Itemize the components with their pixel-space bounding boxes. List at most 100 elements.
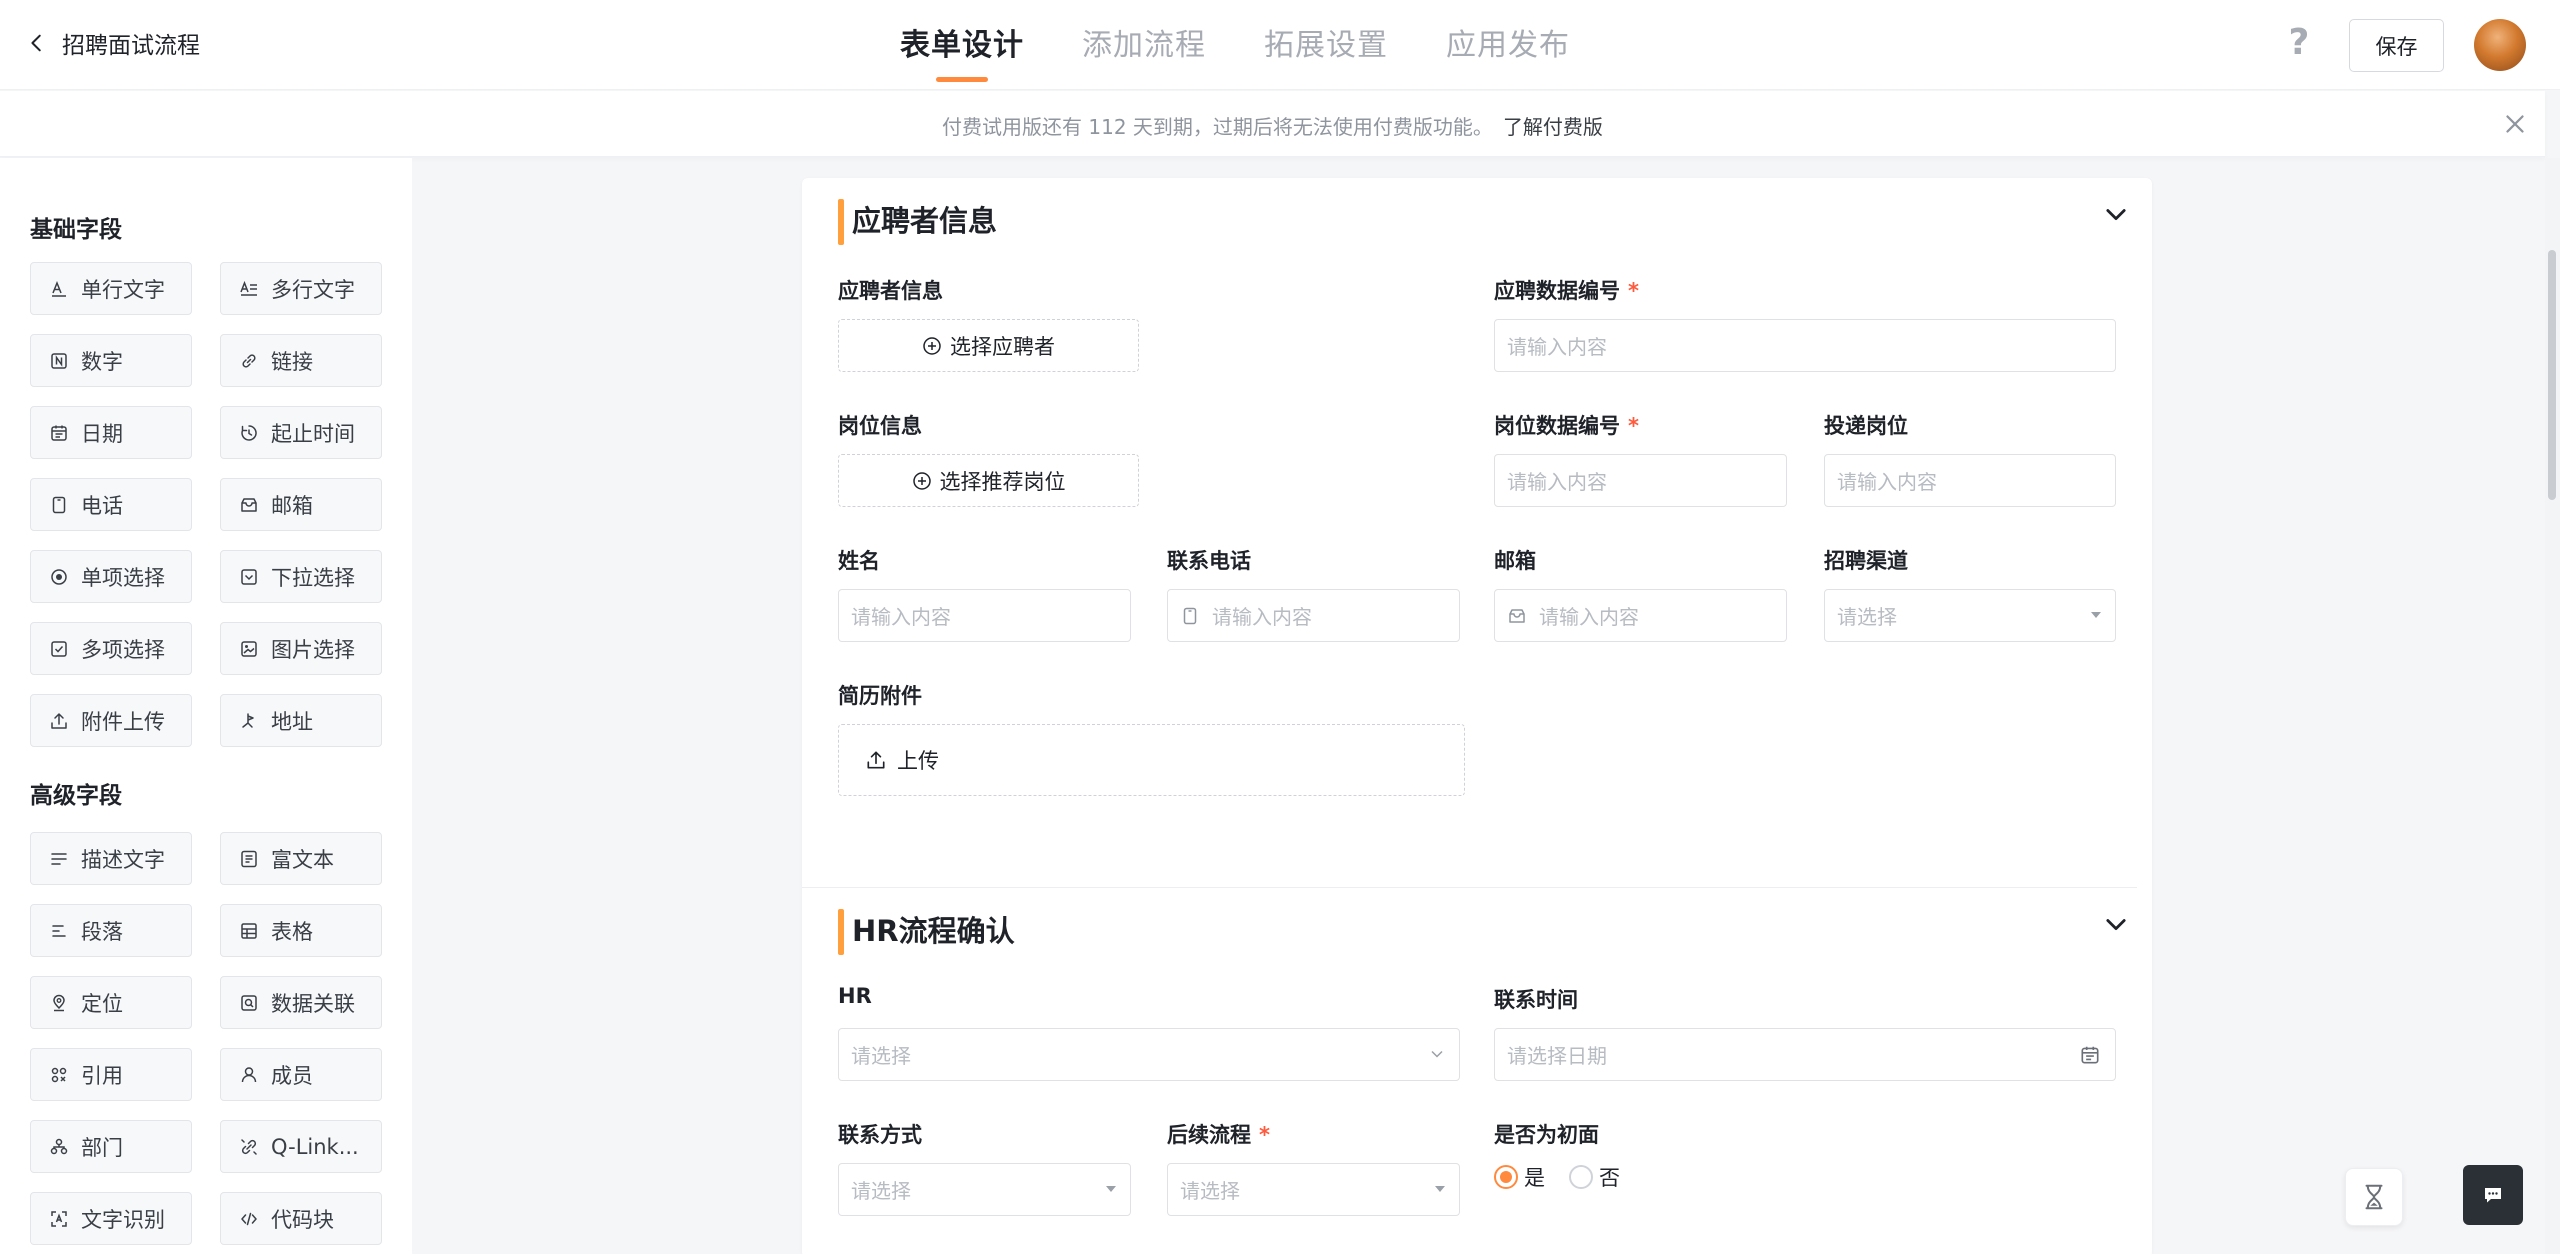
- field-multi-choice[interactable]: 多项选择: [30, 622, 192, 675]
- field-address[interactable]: 地址: [220, 694, 382, 747]
- chat-button[interactable]: [2463, 1165, 2523, 1225]
- field-number[interactable]: 数字: [30, 334, 192, 387]
- apply-position-placeholder: 请输入内容: [1837, 470, 1937, 494]
- chevron-left-icon: [31, 34, 41, 52]
- help-icon[interactable]: ?: [2284, 22, 2314, 63]
- phone-placeholder: 请输入内容: [1212, 605, 1312, 629]
- close-icon[interactable]: [2500, 109, 2530, 139]
- resume-upload-label: 上传: [897, 749, 939, 773]
- field-label: 表格: [271, 919, 313, 944]
- chevron-down-icon[interactable]: [2102, 200, 2130, 228]
- radio-yes-label: 是: [1524, 1166, 1545, 1190]
- position-no-input[interactable]: 请输入内容: [1494, 454, 1787, 507]
- field-paragraph[interactable]: 段落: [30, 904, 192, 957]
- learn-paid-link[interactable]: 了解付费版: [1503, 115, 1603, 139]
- trial-message-text: 付费试用版还有 112 天到期，过期后将无法使用付费版功能。: [942, 115, 1493, 139]
- position-no-text: 岗位数据编号: [1494, 414, 1620, 438]
- data-link-icon: [241, 994, 257, 1011]
- next-process-placeholder: 请选择: [1180, 1179, 1240, 1203]
- field-attachment[interactable]: 附件上传: [30, 694, 192, 747]
- field-image-choice[interactable]: 图片选择: [220, 622, 382, 675]
- tab-form-design[interactable]: 表单设计: [900, 20, 1024, 78]
- field-data-link[interactable]: 数据关联: [220, 976, 382, 1029]
- field-email[interactable]: 邮箱: [220, 478, 382, 531]
- contact-method-select[interactable]: 请选择: [838, 1163, 1131, 1216]
- name-input[interactable]: 请输入内容: [838, 589, 1131, 642]
- resume-upload-button[interactable]: 上传: [838, 724, 1465, 796]
- field-multi-line-text[interactable]: 多行文字: [220, 262, 382, 315]
- tab-add-process[interactable]: 添加流程: [1082, 20, 1206, 78]
- email-input[interactable]: 请输入内容: [1494, 589, 1787, 642]
- field-dropdown[interactable]: 下拉选择: [220, 550, 382, 603]
- contact-time-picker[interactable]: 请选择日期: [1494, 1028, 2116, 1081]
- field-member[interactable]: 成员: [220, 1048, 382, 1101]
- applicant-no-input[interactable]: 请输入内容: [1494, 319, 2116, 372]
- field-table[interactable]: 表格: [220, 904, 382, 957]
- phone-icon: [52, 496, 66, 513]
- avatar[interactable]: [2474, 19, 2526, 71]
- tab-app-publish[interactable]: 应用发布: [1446, 20, 1570, 78]
- calendar-icon: [2081, 1046, 2099, 1064]
- code-icon: [241, 1212, 257, 1225]
- field-single-choice[interactable]: 单项选择: [30, 550, 192, 603]
- field-label: 起止时间: [271, 421, 355, 446]
- position-label: 岗位信息: [838, 414, 922, 438]
- field-label: 段落: [81, 919, 123, 944]
- next-process-select[interactable]: 请选择: [1167, 1163, 1460, 1216]
- field-time-range[interactable]: 起止时间: [220, 406, 382, 459]
- field-label: 描述文字: [81, 847, 165, 872]
- field-link[interactable]: 链接: [220, 334, 382, 387]
- field-label: 地址: [271, 709, 313, 734]
- dropdown-icon: [241, 568, 257, 585]
- contact-method-placeholder: 请选择: [851, 1179, 911, 1203]
- radio-no[interactable]: [1569, 1165, 1593, 1189]
- number-icon: [51, 352, 67, 369]
- contact-method-label: 联系方式: [838, 1123, 922, 1147]
- phone-input[interactable]: 请输入内容: [1167, 589, 1460, 642]
- radio-yes[interactable]: [1494, 1165, 1518, 1189]
- apply-position-input[interactable]: 请输入内容: [1824, 454, 2116, 507]
- description-icon: [51, 852, 67, 865]
- department-icon: [50, 1138, 68, 1154]
- channel-select[interactable]: 请选择: [1824, 589, 2116, 642]
- field-location[interactable]: 定位: [30, 976, 192, 1029]
- field-reference[interactable]: 引用: [30, 1048, 192, 1101]
- radio-icon: [51, 568, 67, 585]
- plus-circle-icon: [912, 471, 931, 490]
- field-department[interactable]: 部门: [30, 1120, 192, 1173]
- hourglass-icon: [2365, 1184, 2383, 1210]
- field-qlink[interactable]: Q-Link...: [220, 1120, 382, 1173]
- field-date[interactable]: 日期: [30, 406, 192, 459]
- tab-extension-settings[interactable]: 拓展设置: [1264, 20, 1388, 78]
- back-button[interactable]: 招聘面试流程: [26, 26, 200, 60]
- position-no-placeholder: 请输入内容: [1507, 470, 1607, 494]
- field-description[interactable]: 描述文字: [30, 832, 192, 885]
- field-label: 多行文字: [271, 277, 355, 302]
- field-phone[interactable]: 电话: [30, 478, 192, 531]
- field-code-block[interactable]: 代码块: [220, 1192, 382, 1245]
- trial-message: 付费试用版还有 112 天到期，过期后将无法使用付费版功能。 了解付费版: [0, 111, 2545, 140]
- scrollbar-thumb[interactable]: [2548, 250, 2556, 500]
- paragraph-icon: [52, 924, 66, 937]
- group-title-applicant: 应聘者信息: [838, 198, 997, 245]
- required-mark: *: [1628, 414, 1639, 438]
- field-rich-text[interactable]: 富文本: [220, 832, 382, 885]
- group-divider: [802, 887, 2137, 888]
- phone-label: 联系电话: [1167, 549, 1251, 573]
- chevron-down-icon: [1431, 1050, 1443, 1058]
- email-placeholder: 请输入内容: [1539, 605, 1639, 629]
- chevron-down-icon[interactable]: [2102, 910, 2130, 938]
- field-label: 富文本: [271, 847, 334, 872]
- history-button[interactable]: [2345, 1168, 2403, 1226]
- field-ocr[interactable]: 文字识别: [30, 1192, 192, 1245]
- channel-label: 招聘渠道: [1824, 549, 1908, 573]
- address-icon: [242, 712, 254, 728]
- save-button[interactable]: 保存: [2349, 19, 2444, 72]
- select-position-button[interactable]: 选择推荐岗位: [838, 454, 1139, 507]
- contact-time-placeholder: 请选择日期: [1507, 1044, 1607, 1068]
- field-single-line-text[interactable]: 单行文字: [30, 262, 192, 315]
- select-applicant-button[interactable]: 选择应聘者: [838, 319, 1139, 372]
- field-label: 多项选择: [81, 637, 165, 662]
- required-mark: *: [1259, 1123, 1270, 1147]
- hr-select[interactable]: 请选择: [838, 1028, 1460, 1081]
